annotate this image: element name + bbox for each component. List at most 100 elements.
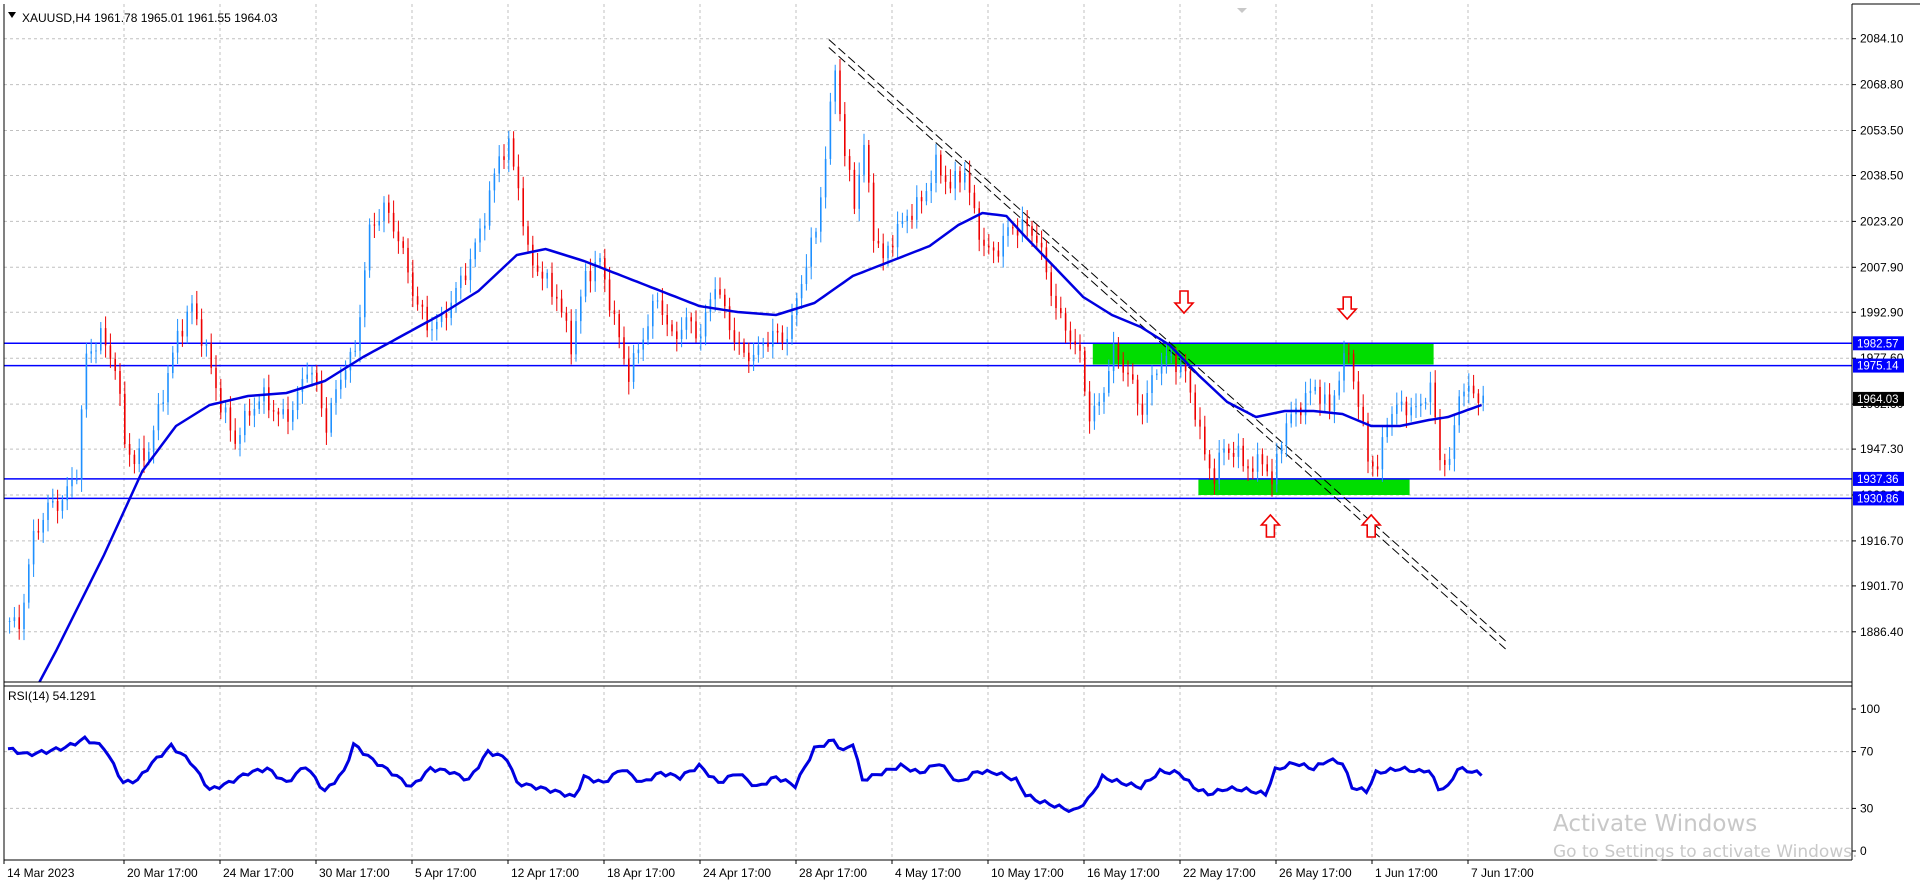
candle-body: [892, 245, 894, 248]
candle-body: [791, 315, 793, 339]
candle-body: [239, 435, 241, 444]
candle-body: [541, 271, 544, 279]
candle-body: [896, 223, 899, 248]
candle-body: [1338, 380, 1340, 396]
candle-body: [676, 331, 678, 340]
candle-body: [992, 247, 995, 251]
candle-body: [1084, 350, 1086, 392]
candle-body: [1472, 385, 1475, 394]
candle-body: [1434, 382, 1436, 418]
candle-body: [143, 448, 145, 461]
candle-body: [628, 358, 630, 382]
candle-body: [805, 266, 808, 285]
candle-body: [109, 345, 112, 360]
candle-body: [820, 197, 822, 232]
candle-body: [978, 208, 980, 240]
rsi-tick-label: 70: [1860, 745, 1874, 759]
candle-body: [1396, 404, 1398, 414]
candle-body: [1237, 445, 1240, 457]
candle-body: [1444, 460, 1446, 465]
candle-body: [1381, 437, 1384, 470]
candle-body: [205, 343, 208, 346]
candle-body: [1194, 392, 1196, 420]
candle-body: [613, 310, 616, 315]
candle-body: [656, 300, 659, 302]
candle-body: [42, 519, 44, 533]
candle-body: [359, 317, 361, 351]
candle-body: [556, 296, 558, 299]
candle-body: [1271, 471, 1273, 485]
candle-body: [1256, 454, 1259, 472]
level-price-label: 1937.36: [1857, 474, 1899, 486]
candle-body: [200, 319, 203, 346]
candle-body: [1319, 386, 1321, 404]
candle-body: [1415, 405, 1417, 408]
candle-body: [863, 144, 865, 175]
candle-body: [311, 372, 313, 375]
candle-body: [709, 299, 712, 313]
candle-body: [28, 564, 30, 603]
price-tick-label: 1886.40: [1860, 625, 1904, 639]
candle-body: [671, 324, 673, 332]
candle-body: [292, 410, 294, 422]
candle-body: [316, 372, 318, 383]
candle-body: [642, 339, 644, 350]
candle-body: [767, 343, 769, 347]
candle-body: [1026, 219, 1028, 227]
candle-body: [1453, 425, 1456, 459]
candle-body: [138, 448, 140, 465]
candle-body: [589, 270, 592, 282]
candle-body: [114, 359, 116, 372]
candle-body: [157, 403, 160, 431]
candle-body: [1122, 359, 1124, 373]
candle-body: [1093, 405, 1096, 422]
candle-body: [1170, 353, 1172, 356]
candle-body: [224, 407, 227, 413]
candle-body: [52, 500, 54, 503]
candle-body: [412, 272, 414, 297]
candle-body: [1189, 371, 1192, 393]
watermark-title: Activate Windows: [1553, 811, 1757, 837]
candle-body: [1367, 421, 1369, 462]
candle-body: [584, 270, 587, 297]
candle-body: [378, 220, 380, 226]
candle-body: [325, 408, 328, 433]
candle-body: [1064, 313, 1067, 331]
candle-body: [484, 225, 486, 229]
candle-body: [1376, 466, 1379, 470]
time-tick-label: 10 May 17:00: [991, 866, 1064, 880]
trading-chart[interactable]: 2084.10 2068.80 2053.50 2038.50 2023.20 2007.…: [0, 0, 1920, 888]
candle-body: [1468, 385, 1470, 392]
candle-body: [176, 330, 179, 353]
candle-body: [844, 114, 846, 157]
candle-body: [901, 220, 904, 224]
candle-body: [426, 306, 428, 331]
candle-body: [714, 289, 716, 300]
candle-body: [167, 373, 169, 403]
candle-body: [1184, 365, 1187, 372]
candle-body: [527, 226, 529, 245]
candle-body: [1141, 403, 1144, 415]
candle-body: [930, 182, 932, 192]
time-tick-label: 22 May 17:00: [1183, 866, 1256, 880]
candle-body: [1285, 423, 1288, 446]
candle-body: [383, 202, 385, 221]
candle-body: [1007, 227, 1009, 236]
candle-body: [508, 138, 510, 160]
candle-body: [1448, 458, 1451, 465]
candle-body: [762, 343, 764, 346]
candle-body: [253, 408, 256, 416]
candle-body: [1146, 393, 1148, 415]
time-tick-label: 28 Apr 17:00: [799, 866, 867, 880]
candle-body: [685, 317, 688, 330]
candle-body: [71, 479, 73, 487]
candle-body: [13, 617, 16, 621]
candle-body: [460, 275, 462, 288]
candle-body: [248, 410, 251, 416]
candle-body: [935, 154, 937, 183]
candle-body: [1117, 343, 1120, 360]
candle-body: [536, 265, 539, 272]
candle-body: [220, 388, 222, 413]
candle-body: [944, 175, 947, 182]
candle-body: [1439, 417, 1441, 461]
